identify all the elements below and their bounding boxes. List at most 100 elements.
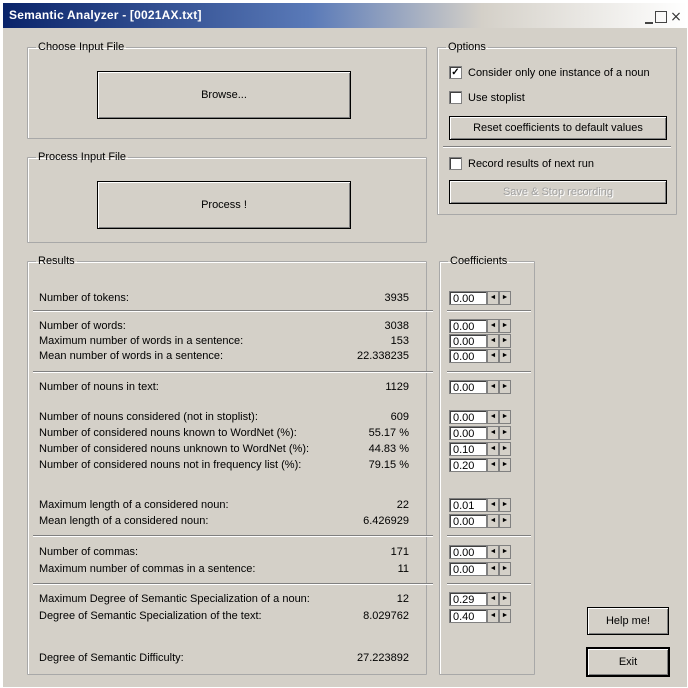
result-value: 8.029762 <box>363 610 409 622</box>
increment-arrow-icon[interactable]: ► <box>499 333 511 348</box>
decrement-arrow-icon[interactable]: ◄ <box>487 290 499 305</box>
coefficient-value[interactable]: 0.00 <box>449 409 487 424</box>
exit-button[interactable]: Exit <box>587 648 669 676</box>
coefficient-spinner[interactable]: 0.40 ◄ ► <box>449 608 511 623</box>
record-results-label: Record results of next run <box>468 157 594 170</box>
increment-arrow-icon[interactable]: ► <box>499 544 511 559</box>
minimize-icon[interactable] <box>645 14 653 24</box>
result-value: 171 <box>390 546 409 558</box>
increment-arrow-icon[interactable]: ► <box>499 608 511 623</box>
decrement-arrow-icon[interactable]: ◄ <box>487 425 499 440</box>
increment-arrow-icon[interactable]: ► <box>499 591 511 606</box>
result-value: 1129 <box>385 381 409 393</box>
results-divider <box>33 371 433 373</box>
coefficient-spinner[interactable]: 0.00 ◄ ► <box>449 318 511 333</box>
one-instance-checkbox[interactable]: ✓ Consider only one instance of a noun <box>449 66 650 79</box>
browse-button[interactable]: Browse... <box>97 71 351 119</box>
increment-arrow-icon[interactable]: ► <box>499 457 511 472</box>
decrement-arrow-icon[interactable]: ◄ <box>487 333 499 348</box>
decrement-arrow-icon[interactable]: ◄ <box>487 544 499 559</box>
coefficient-spinner[interactable]: 0.00 ◄ ► <box>449 544 511 559</box>
process-button[interactable]: Process ! <box>97 181 351 229</box>
coefficient-value[interactable]: 0.40 <box>449 608 487 623</box>
coefficient-value[interactable]: 0.10 <box>449 441 487 456</box>
result-value: 79.15 % <box>368 459 409 471</box>
increment-arrow-icon[interactable]: ► <box>499 561 511 576</box>
result-value: 12 <box>396 593 409 605</box>
result-label: Mean number of words in a sentence: <box>39 350 224 362</box>
decrement-arrow-icon[interactable]: ◄ <box>487 591 499 606</box>
coefficient-value[interactable]: 0.00 <box>449 544 487 559</box>
increment-arrow-icon[interactable]: ► <box>499 318 511 333</box>
decrement-arrow-icon[interactable]: ◄ <box>487 348 499 363</box>
result-label: Maximum length of a considered noun: <box>39 499 229 511</box>
increment-arrow-icon[interactable]: ► <box>499 348 511 363</box>
coefficient-spinner[interactable]: 0.00 ◄ ► <box>449 333 511 348</box>
increment-arrow-icon[interactable]: ► <box>499 379 511 394</box>
coefficient-value[interactable]: 0.20 <box>449 457 487 472</box>
increment-arrow-icon[interactable]: ► <box>499 513 511 528</box>
result-value: 27.223892 <box>357 652 409 664</box>
coefficient-spinner[interactable]: 0.29 ◄ ► <box>449 591 511 606</box>
coefficient-spinner[interactable]: 0.10 ◄ ► <box>449 441 511 456</box>
increment-arrow-icon[interactable]: ► <box>499 441 511 456</box>
decrement-arrow-icon[interactable]: ◄ <box>487 409 499 424</box>
coefficient-spinner[interactable]: 0.01 ◄ ► <box>449 497 511 512</box>
results-divider <box>33 535 433 537</box>
coefficient-value[interactable]: 0.00 <box>449 379 487 394</box>
coefficient-spinner[interactable]: 0.20 ◄ ► <box>449 457 511 472</box>
process-input-legend: Process Input File <box>38 151 127 163</box>
decrement-arrow-icon[interactable]: ◄ <box>487 561 499 576</box>
checkbox-box[interactable] <box>449 91 462 104</box>
result-label: Maximum Degree of Semantic Specializatio… <box>39 593 310 605</box>
coefficient-spinner[interactable]: 0.00 ◄ ► <box>449 425 511 440</box>
decrement-arrow-icon[interactable]: ◄ <box>487 379 499 394</box>
coefficients-divider <box>447 310 531 312</box>
coefficient-value[interactable]: 0.00 <box>449 333 487 348</box>
coefficient-value[interactable]: 0.00 <box>449 425 487 440</box>
stoplist-checkbox[interactable]: Use stoplist <box>449 91 525 104</box>
checkbox-box-checked[interactable]: ✓ <box>449 66 462 79</box>
app-window: Semantic Analyzer - [0021AX.txt] × Choos… <box>3 3 687 687</box>
result-value: 3038 <box>384 320 409 332</box>
decrement-arrow-icon[interactable]: ◄ <box>487 497 499 512</box>
record-results-checkbox[interactable]: Record results of next run <box>449 157 594 170</box>
coefficient-spinner[interactable]: 0.00 ◄ ► <box>449 513 511 528</box>
maximize-icon[interactable] <box>655 11 667 23</box>
coefficient-spinner[interactable]: 0.00 ◄ ► <box>449 561 511 576</box>
coefficient-value[interactable]: 0.00 <box>449 318 487 333</box>
result-label: Number of considered nouns not in freque… <box>39 459 302 471</box>
coefficient-value[interactable]: 0.00 <box>449 561 487 576</box>
checkbox-box[interactable] <box>449 157 462 170</box>
help-button[interactable]: Help me! <box>587 607 669 635</box>
coefficient-value[interactable]: 0.00 <box>449 348 487 363</box>
result-label: Number of considered nouns known to Word… <box>39 427 297 439</box>
result-value: 11 <box>397 563 409 575</box>
decrement-arrow-icon[interactable]: ◄ <box>487 608 499 623</box>
increment-arrow-icon[interactable]: ► <box>499 290 511 305</box>
increment-arrow-icon[interactable]: ► <box>499 425 511 440</box>
title-bar[interactable]: Semantic Analyzer - [0021AX.txt] × <box>3 3 687 28</box>
caption-buttons: × <box>645 9 683 25</box>
results-divider <box>33 310 433 312</box>
close-icon[interactable]: × <box>669 10 683 24</box>
decrement-arrow-icon[interactable]: ◄ <box>487 318 499 333</box>
increment-arrow-icon[interactable]: ► <box>499 497 511 512</box>
increment-arrow-icon[interactable]: ► <box>499 409 511 424</box>
coefficient-spinner[interactable]: 0.00 ◄ ► <box>449 348 511 363</box>
coefficient-value[interactable]: 0.00 <box>449 290 487 305</box>
coefficient-value[interactable]: 0.29 <box>449 591 487 606</box>
coefficient-spinner[interactable]: 0.00 ◄ ► <box>449 379 511 394</box>
decrement-arrow-icon[interactable]: ◄ <box>487 441 499 456</box>
decrement-arrow-icon[interactable]: ◄ <box>487 457 499 472</box>
save-stop-recording-button[interactable]: Save & Stop recording <box>449 180 667 204</box>
coefficient-spinner[interactable]: 0.00 ◄ ► <box>449 409 511 424</box>
reset-coefficients-button[interactable]: Reset coefficients to default values <box>449 116 667 140</box>
result-label: Number of words: <box>39 320 126 332</box>
coefficient-value[interactable]: 0.01 <box>449 497 487 512</box>
coefficient-value[interactable]: 0.00 <box>449 513 487 528</box>
result-value: 55.17 % <box>368 427 409 439</box>
decrement-arrow-icon[interactable]: ◄ <box>487 513 499 528</box>
coefficient-spinner[interactable]: 0.00 ◄ ► <box>449 290 511 305</box>
one-instance-label: Consider only one instance of a noun <box>468 66 650 79</box>
